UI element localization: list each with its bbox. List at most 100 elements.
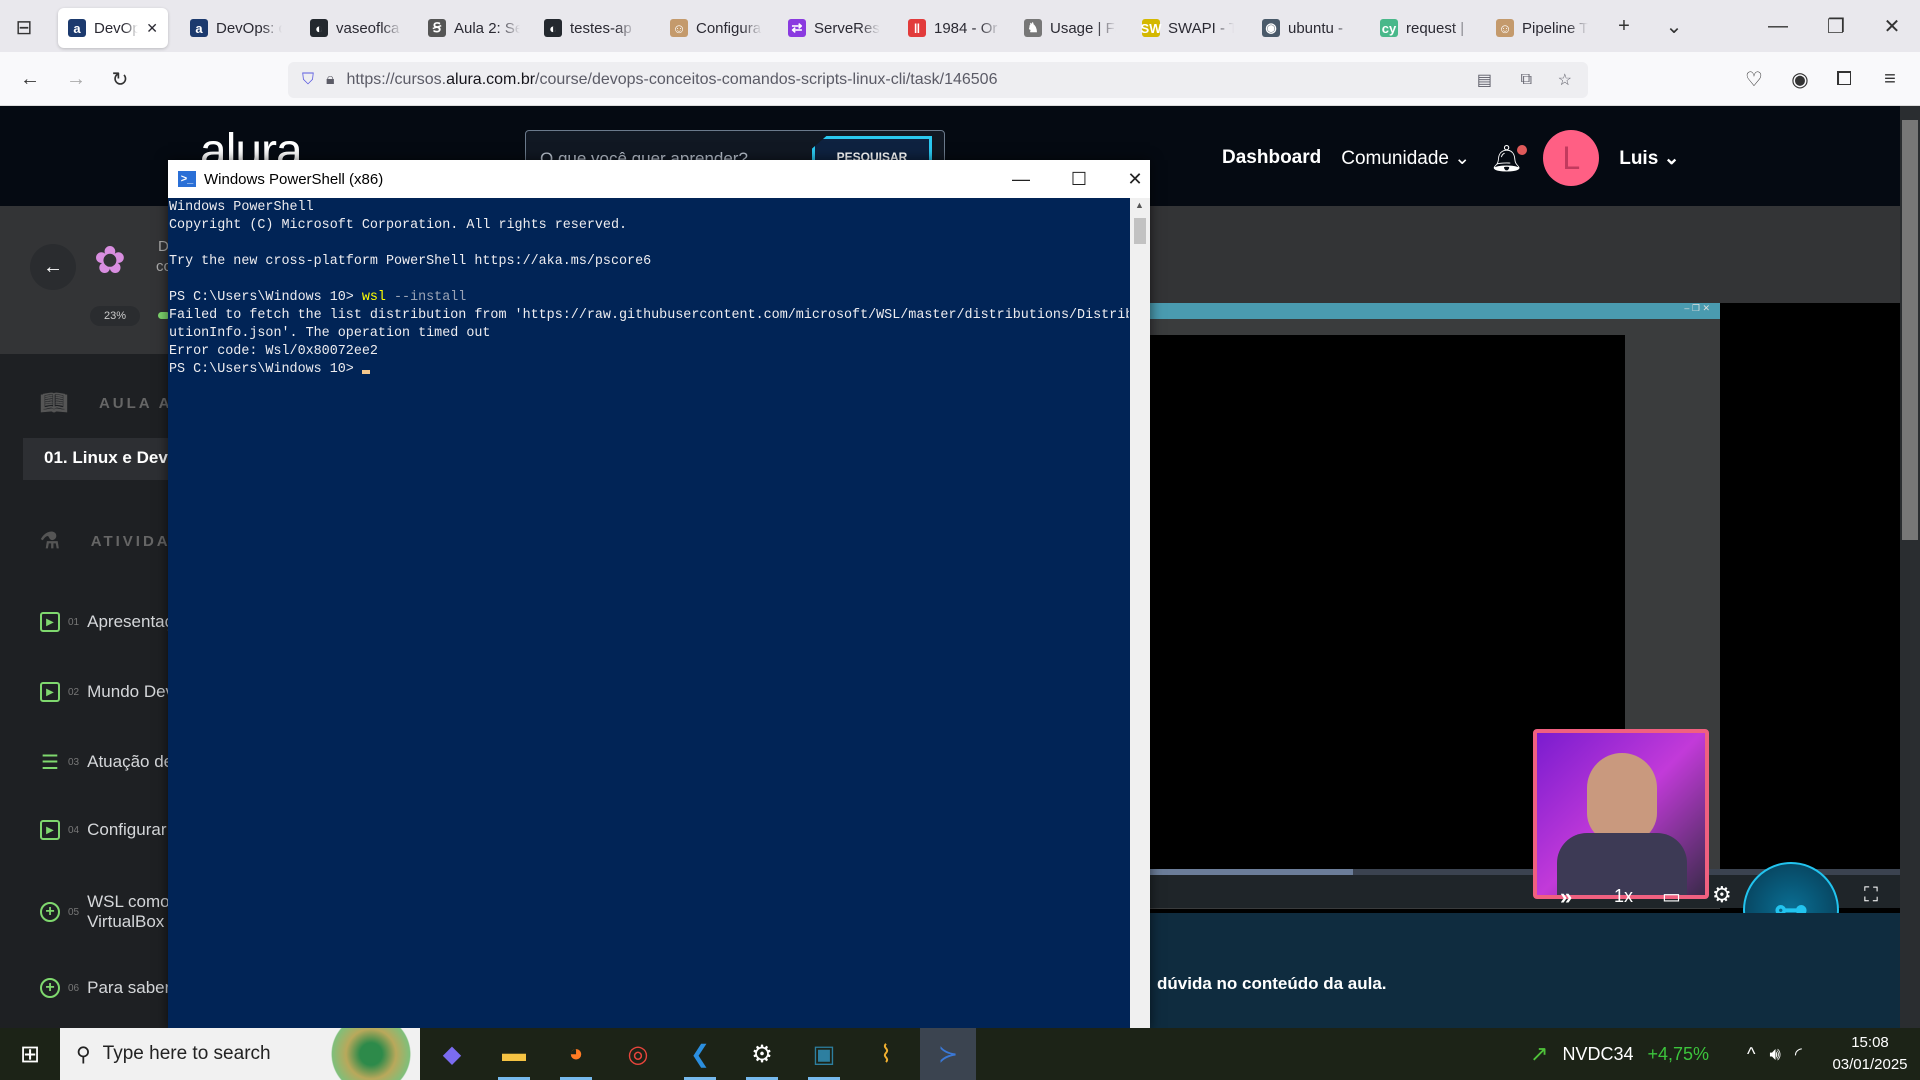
notifications-button[interactable]: 🔔︎ <box>1490 143 1528 174</box>
page-scrollbar-thumb[interactable] <box>1902 120 1918 540</box>
tab-9[interactable]: ♞ Usage | Fa <box>1014 8 1126 48</box>
reload-button[interactable]: ↻ <box>104 64 136 94</box>
ps-output-line: Windows PowerShell <box>169 200 314 215</box>
vm-window-controls: – ❐ ✕ <box>1684 303 1710 313</box>
alura-icon: a <box>190 19 208 37</box>
instructor-webcam <box>1533 729 1709 899</box>
wifi-icon[interactable]: ◜ <box>1795 1044 1802 1065</box>
back-button[interactable]: ← <box>14 64 46 94</box>
ps-close-button[interactable]: ✕ <box>1106 160 1164 198</box>
current-lesson-item[interactable]: 01. Linux e DevOps <box>23 438 201 480</box>
fullscreen-button[interactable]: ⛶ <box>1864 884 1878 907</box>
stock-ticker[interactable]: NVDC34 <box>1562 1044 1633 1065</box>
tab-8[interactable]: ‖ 1984 - Or <box>898 8 1010 48</box>
close-button[interactable]: ✕ <box>1872 12 1912 40</box>
tab-title: Configura <box>696 19 762 37</box>
start-button[interactable]: ⊞ <box>0 1028 60 1080</box>
picture-in-picture-icon[interactable]: ⧉ <box>1521 71 1532 89</box>
taskbar-app-powershell[interactable]: ≻ <box>920 1028 976 1080</box>
tab-1[interactable]: a DevOps ✕ <box>58 8 168 48</box>
chrome-icon: ◎ <box>627 1040 649 1068</box>
settings-button[interactable]: ⚙ <box>1712 882 1732 908</box>
jenkins-icon: ☺ <box>670 19 688 37</box>
powershell-window[interactable]: >_ Windows PowerShell (x86) — ☐ ✕ Window… <box>168 160 1150 1030</box>
taskbar-app-virtualbox[interactable]: ▣ <box>796 1028 852 1080</box>
taskbar-app-chrome[interactable]: ◎ <box>610 1028 666 1080</box>
back-to-course-button[interactable]: ← <box>30 244 76 290</box>
tab-4[interactable]: Ꞩ Aula 2: Se <box>418 8 530 48</box>
close-tab-icon[interactable]: ✕ <box>146 20 158 37</box>
restore-button[interactable]: ❐ <box>1816 12 1856 40</box>
github-icon: ◐ <box>310 19 328 37</box>
dashboard-link[interactable]: Dashboard <box>1222 147 1321 169</box>
clock[interactable]: 15:08 03/01/2025 <box>1820 1032 1920 1076</box>
new-tab-button[interactable]: + <box>1604 12 1644 40</box>
skip-forward-button[interactable]: » <box>1560 884 1572 910</box>
tab-7[interactable]: ⇄ ServeRest <box>778 8 890 48</box>
avatar[interactable]: L <box>1543 130 1600 186</box>
activity-item[interactable]: +05 WSL como VirtualBox <box>40 892 170 932</box>
subtitles-button[interactable]: ▭ <box>1662 884 1681 909</box>
taskbar-app-x64dbg[interactable]: ⌇ <box>858 1028 914 1080</box>
gear-icon: ⚙ <box>1712 882 1732 907</box>
scroll-up-icon[interactable]: ▲ <box>1135 200 1144 210</box>
tab-2[interactable]: a DevOps: c <box>180 8 292 48</box>
tab-11[interactable]: ◉ ubuntu - <box>1252 8 1364 48</box>
lesson-sidebar: 📖︎ AULA ATUAL 01. Linux e DevOps ⚗ ATIVIDA… <box>0 354 220 1028</box>
settings-icon: ⚙ <box>751 1040 773 1068</box>
minimize-button[interactable]: — <box>1758 12 1798 40</box>
ps-minimize-button[interactable]: — <box>992 160 1050 198</box>
user-menu[interactable]: Luis ⌄ <box>1619 147 1679 170</box>
taskbar-app-vscode[interactable]: ❮ <box>672 1028 728 1080</box>
tab-6[interactable]: ☺ Configura <box>660 8 772 48</box>
forward-button[interactable]: → <box>60 64 92 94</box>
ps-error-line: Failed to fetch the list distribution fr… <box>169 308 1129 323</box>
show-hidden-icons-button[interactable]: ^ <box>1747 1044 1755 1065</box>
user-name: Luis <box>1619 147 1659 169</box>
activity-item[interactable]: ☰ 03 Atuação de <box>40 752 173 774</box>
taskbar-app-file-explorer[interactable]: ▬ <box>486 1028 542 1080</box>
menu-button[interactable]: ≡ <box>1874 64 1906 94</box>
faker-icon: ♞ <box>1024 19 1042 37</box>
volume-icon[interactable]: 🔊︎ <box>1769 1044 1780 1065</box>
chevron-down-icon: ⌄ <box>1663 147 1680 169</box>
account-icon: ◉ <box>1791 68 1809 91</box>
bookmark-star-icon[interactable]: ☆ <box>1558 70 1572 90</box>
tab-10[interactable]: SW SWAPI - T <box>1132 8 1244 48</box>
community-menu[interactable]: Comunidade ⌄ <box>1341 147 1470 170</box>
taskbar-app-copilot[interactable]: ◆ <box>424 1028 480 1080</box>
ps-scrollbar-thumb[interactable] <box>1134 218 1146 244</box>
activity-item[interactable]: +06 Para saber <box>40 978 170 998</box>
tab-12[interactable]: cy request | <box>1370 8 1482 48</box>
activity-title: WSL como VirtualBox <box>87 892 170 932</box>
swapi-icon: SW <box>1140 19 1162 37</box>
reader-view-icon[interactable]: ▤ <box>1477 70 1492 90</box>
tab-5[interactable]: ◐ testes-ap <box>534 8 646 48</box>
taskbar-app-settings[interactable]: ⚙ <box>734 1028 790 1080</box>
github-icon: ◐ <box>544 19 562 37</box>
activity-number: 06 <box>68 982 80 994</box>
pocket-icon: ♡ <box>1745 68 1763 91</box>
text-cursor <box>361 370 370 374</box>
playback-speed-button[interactable]: 1x <box>1614 886 1633 907</box>
tab-3[interactable]: ◐ vaseoflca <box>300 8 412 48</box>
pocket-button[interactable]: ♡ <box>1738 64 1770 94</box>
chevron-down-icon: ⌄ <box>1454 147 1471 169</box>
ps-maximize-button[interactable]: ☐ <box>1050 160 1108 198</box>
activity-item[interactable]: ▶ 04 Configurar <box>40 820 167 840</box>
account-button[interactable]: ◉ <box>1784 64 1816 94</box>
taskbar-app-firefox[interactable]: ◕ <box>548 1028 604 1080</box>
abc-icon: Ꞩ <box>428 19 446 37</box>
tab-13[interactable]: ☺ Pipeline T <box>1486 8 1598 48</box>
powershell-titlebar[interactable]: >_ Windows PowerShell (x86) — ☐ ✕ <box>168 160 1150 198</box>
taskbar-search[interactable]: ⚲ Type here to search <box>60 1028 420 1080</box>
taskbar: ⊞ ⚲ Type here to search ◆ ▬ ◕ ◎ ❮ ⚙ ▣ ⌇ ≻ ↗ NVDC… <box>0 1028 1920 1080</box>
tab-list-button[interactable]: ⌄ <box>1654 12 1694 40</box>
ps-scrollbar[interactable]: ▲ <box>1130 198 1150 1030</box>
url-bar[interactable]: ⛉ 🔒︎ https://cursos.alura.com.br/course/… <box>288 62 1588 98</box>
tab-title: Usage | Fa <box>1050 19 1116 37</box>
powershell-console[interactable]: Windows PowerShell Copyright (C) Microsof… <box>169 198 1129 1030</box>
activity-number: 04 <box>68 824 80 836</box>
extensions-button[interactable]: ⧠ <box>1828 64 1860 94</box>
tab-overview-button[interactable]: ⊟ <box>8 12 40 42</box>
